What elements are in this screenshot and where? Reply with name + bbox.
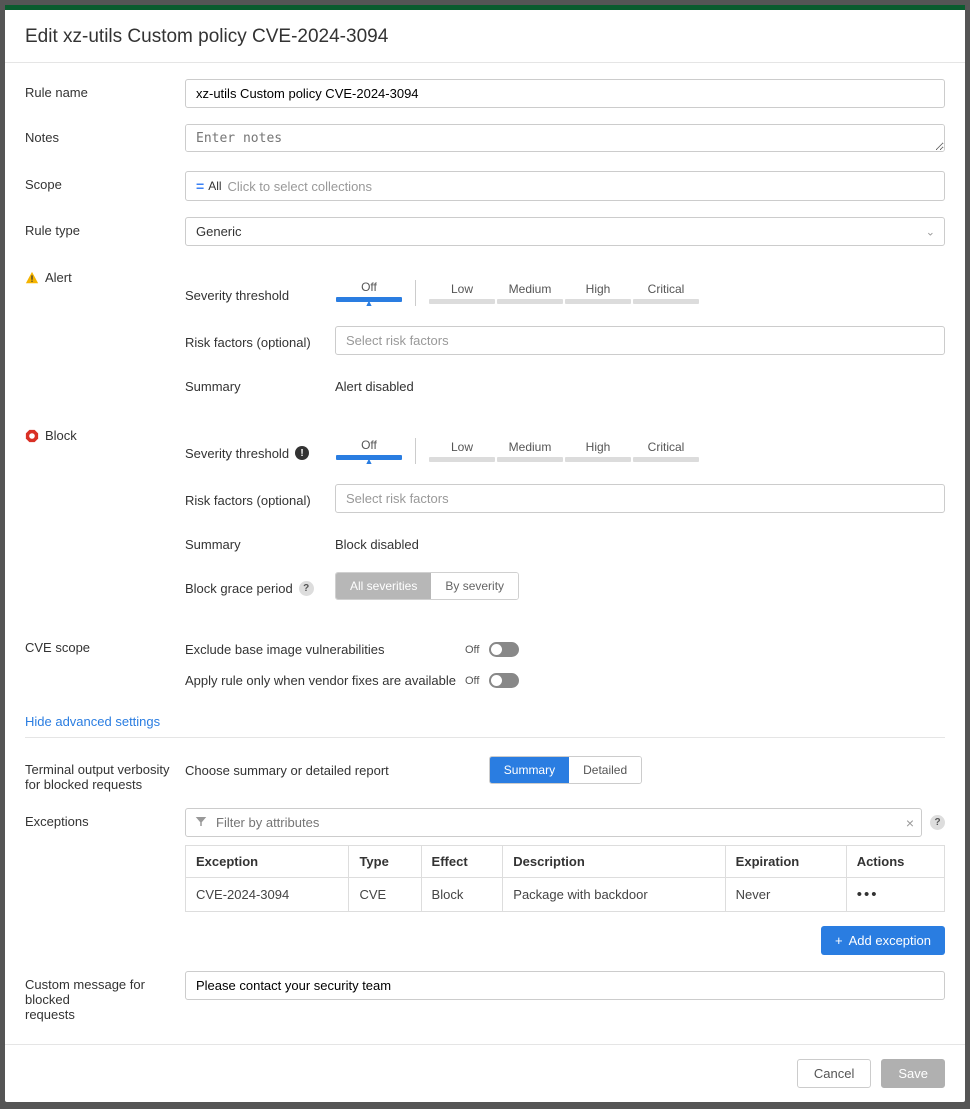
vendor-fixes-state: Off xyxy=(465,675,479,687)
col-expiration: Expiration xyxy=(725,846,846,878)
scope-all-text: All xyxy=(208,179,221,193)
row-actions-button[interactable]: ••• xyxy=(857,886,879,903)
block-grace-label: Block grace period ? xyxy=(185,577,335,596)
exceptions-table: Exception Type Effect Description Expira… xyxy=(185,845,945,912)
alert-severity-selector[interactable]: Off▲ Low Medium High Critical xyxy=(335,280,700,306)
cve-scope-label: CVE scope xyxy=(25,634,185,655)
alert-section-label: Alert xyxy=(25,270,185,285)
block-section-label: Block xyxy=(25,428,185,443)
help-icon[interactable]: ? xyxy=(299,581,314,596)
terminal-output-label: Terminal output verbosity for blocked re… xyxy=(25,756,185,792)
block-summary-text: Block disabled xyxy=(335,533,419,552)
cancel-button[interactable]: Cancel xyxy=(797,1059,871,1088)
exclude-base-state: Off xyxy=(465,644,479,656)
custom-message-label: Custom message for blocked requests xyxy=(25,971,185,1022)
save-button[interactable]: Save xyxy=(881,1059,945,1088)
grace-by-severity-button[interactable]: By severity xyxy=(431,573,518,599)
scope-selector[interactable]: = All Click to select collections xyxy=(185,171,945,201)
alert-summary-text: Alert disabled xyxy=(335,375,414,394)
page-title: Edit xz-utils Custom policy CVE-2024-309… xyxy=(25,26,945,48)
block-risk-input[interactable] xyxy=(335,484,945,513)
grace-period-segmented[interactable]: All severities By severity xyxy=(335,572,519,600)
summary-button[interactable]: Summary xyxy=(490,757,569,783)
info-icon[interactable]: ! xyxy=(295,446,309,460)
scope-placeholder: Click to select collections xyxy=(228,179,373,194)
scope-label: Scope xyxy=(25,171,185,192)
alert-risk-label: Risk factors (optional) xyxy=(185,331,335,350)
plus-icon: + xyxy=(835,933,843,948)
vendor-fixes-toggle[interactable] xyxy=(489,673,519,688)
detailed-button[interactable]: Detailed xyxy=(569,757,641,783)
exclude-base-label: Exclude base image vulnerabilities xyxy=(185,642,465,657)
terminal-sub-label: Choose summary or detailed report xyxy=(185,763,389,778)
col-exception: Exception xyxy=(186,846,349,878)
equals-icon: = xyxy=(196,178,204,194)
table-row: CVE-2024-3094 CVE Block Package with bac… xyxy=(186,878,945,912)
rule-name-input[interactable] xyxy=(185,79,945,108)
modal-header: Edit xz-utils Custom policy CVE-2024-309… xyxy=(5,10,965,63)
alert-risk-input[interactable] xyxy=(335,326,945,355)
notes-label: Notes xyxy=(25,124,185,145)
block-risk-label: Risk factors (optional) xyxy=(185,489,335,508)
exclude-base-toggle[interactable] xyxy=(489,642,519,657)
col-description: Description xyxy=(503,846,725,878)
clear-filter-button[interactable]: × xyxy=(906,815,914,831)
alert-severity-label: Severity threshold xyxy=(185,284,335,303)
hide-advanced-link[interactable]: Hide advanced settings xyxy=(25,714,160,737)
modal-footer: Cancel Save xyxy=(5,1044,965,1102)
help-icon[interactable]: ? xyxy=(930,815,945,830)
rule-name-label: Rule name xyxy=(25,79,185,100)
alert-summary-label: Summary xyxy=(185,375,335,394)
vendor-fixes-label: Apply rule only when vendor fixes are av… xyxy=(185,673,465,688)
block-summary-label: Summary xyxy=(185,533,335,552)
col-effect: Effect xyxy=(421,846,503,878)
col-type: Type xyxy=(349,846,421,878)
filter-icon xyxy=(195,815,207,830)
alert-icon xyxy=(25,271,39,285)
block-icon xyxy=(25,429,39,443)
notes-textarea[interactable] xyxy=(185,124,945,152)
block-severity-label: Severity threshold ! xyxy=(185,442,335,461)
custom-message-input[interactable] xyxy=(185,971,945,1000)
add-exception-button[interactable]: + Add exception xyxy=(821,926,945,955)
rule-type-select[interactable]: Generic xyxy=(185,217,945,246)
grace-all-severities-button[interactable]: All severities xyxy=(336,573,431,599)
block-severity-selector[interactable]: Off▲ Low Medium High Critical xyxy=(335,438,700,464)
exceptions-filter-input[interactable] xyxy=(185,808,922,837)
exceptions-label: Exceptions xyxy=(25,808,185,829)
rule-type-label: Rule type xyxy=(25,217,185,238)
col-actions: Actions xyxy=(846,846,944,878)
terminal-output-segmented[interactable]: Summary Detailed xyxy=(489,756,642,784)
